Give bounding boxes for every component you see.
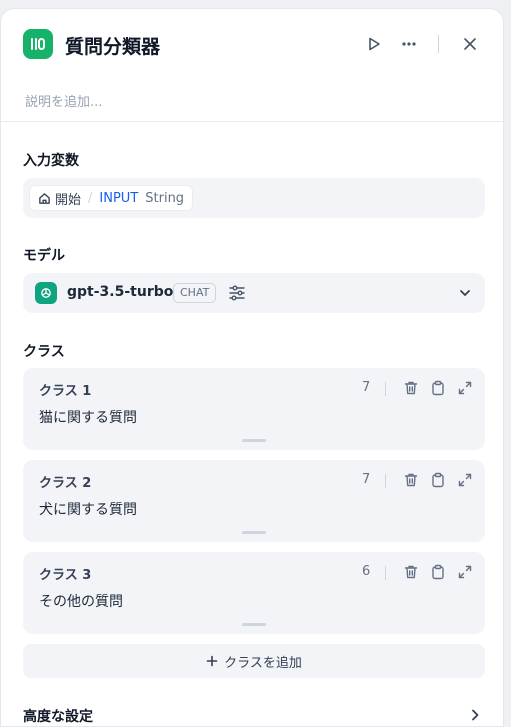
class-actions-divider [385,382,386,396]
resize-handle[interactable] [242,531,266,534]
input-variables-label: 入力変数 [23,153,79,169]
class-card-2[interactable]: クラス 2 7 犬に関する質問 [23,460,485,542]
panel-header: 質問分類器 説明を追加... [1,9,503,122]
variable-name: INPUT [99,190,139,206]
variable-chip[interactable]: 開始 / INPUT String [29,185,194,211]
close-button[interactable] [459,33,481,55]
chevron-right-icon[interactable] [467,707,483,723]
clipboard-icon[interactable] [430,472,446,488]
class-name: クラス 2 [39,476,92,491]
question-classifier-icon [23,29,53,59]
chevron-down-icon[interactable] [457,285,473,301]
class-char-count: 7 [362,380,371,395]
class-description[interactable]: その他の質問 [39,591,123,611]
input-variables-field[interactable]: 開始 / INPUT String [23,178,485,218]
node-config-panel: 質問分類器 説明を追加... 入力変数 開始 / INPUT String モデ… [0,8,504,727]
trash-icon[interactable] [403,380,419,396]
run-button[interactable] [363,33,385,55]
class-actions-divider [385,474,386,488]
more-options-button[interactable] [398,33,420,55]
model-parameters-icon[interactable] [227,283,247,303]
class-actions-divider [385,566,386,580]
class-char-count: 6 [362,564,371,579]
class-char-count: 7 [362,472,371,487]
clipboard-icon[interactable] [430,564,446,580]
resize-handle[interactable] [242,623,266,626]
class-name: クラス 3 [39,568,92,583]
expand-icon[interactable] [457,380,473,396]
home-icon [39,192,50,204]
resize-handle[interactable] [242,439,266,442]
add-class-label: クラスを追加 [224,655,302,671]
variable-separator: / [88,190,93,206]
header-divider [438,35,439,53]
node-title[interactable]: 質問分類器 [65,32,160,59]
clipboard-icon[interactable] [430,380,446,396]
class-card-3[interactable]: クラス 3 6 その他の質問 [23,552,485,634]
plus-icon [206,655,218,667]
classes-label: クラス [23,344,65,360]
model-mode-badge: CHAT [173,283,217,303]
trash-icon[interactable] [403,472,419,488]
description-input[interactable]: 説明を追加... [25,91,102,110]
class-description[interactable]: 猫に関する質問 [39,407,137,427]
expand-icon[interactable] [457,472,473,488]
variable-node-name: 開始 [55,192,82,208]
add-class-button[interactable]: クラスを追加 [23,644,485,678]
model-name: gpt-3.5-turbo [67,284,174,300]
class-card-1[interactable]: クラス 1 7 猫に関する質問 [23,368,485,450]
class-name: クラス 1 [39,384,92,399]
trash-icon[interactable] [403,564,419,580]
model-selector[interactable]: gpt-3.5-turbo CHAT [23,273,485,313]
variable-type: String [145,190,185,206]
expand-icon[interactable] [457,564,473,580]
model-label: モデル [23,248,65,264]
openai-icon [35,282,57,304]
advanced-settings-toggle[interactable]: 高度な設定 [23,706,93,726]
class-description[interactable]: 犬に関する質問 [39,499,137,519]
